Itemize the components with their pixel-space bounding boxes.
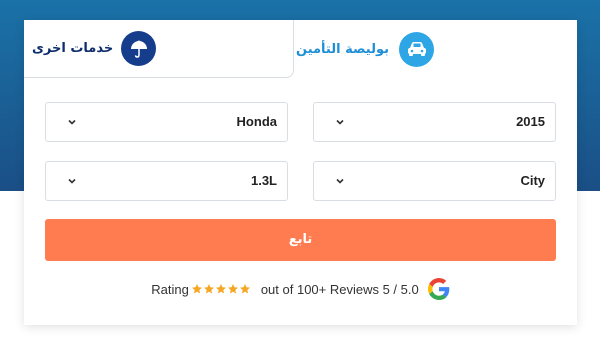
service-tabs: خدمات اخرى بوليصة التأمين [24,20,577,80]
year-select[interactable]: 2015 [313,102,556,142]
star-icon [203,284,214,294]
star-icon [227,284,238,294]
make-select[interactable]: Honda [45,102,288,142]
model-select[interactable]: City [313,161,556,201]
umbrella-icon [121,31,157,66]
star-icon [239,284,250,294]
continue-button[interactable]: تابع [45,219,556,261]
tab-insurance-policy[interactable]: بوليصة التأمين [294,20,577,78]
model-value: City [520,173,545,188]
engine-select[interactable]: 1.3L [45,161,288,201]
rating-label: Rating [151,281,189,297]
star-icon [215,284,226,294]
star-icon [191,284,202,294]
rating-bar: Rating out of 100+ Reviews 5 / 5.0 [24,277,577,301]
rating-stars [191,283,251,295]
google-icon [427,278,450,300]
chevron-down-icon [68,178,76,184]
chevron-down-icon [336,178,344,184]
chevron-down-icon [336,119,344,125]
tab-other-services-label: خدمات اخرى [32,41,114,56]
tab-insurance-policy-label: بوليصة التأمين [296,41,390,57]
year-value: 2015 [516,114,545,129]
tab-other-services[interactable]: خدمات اخرى [24,20,294,78]
engine-value: 1.3L [250,173,277,188]
quote-card: خدمات اخرى بوليصة التأمين Honda 2015 1.3… [24,20,577,325]
rating-reviews-text: out of 100+ Reviews 5 / 5.0 [260,281,419,297]
car-icon [399,31,435,67]
make-value: Honda [236,114,277,129]
chevron-down-icon [68,119,76,125]
